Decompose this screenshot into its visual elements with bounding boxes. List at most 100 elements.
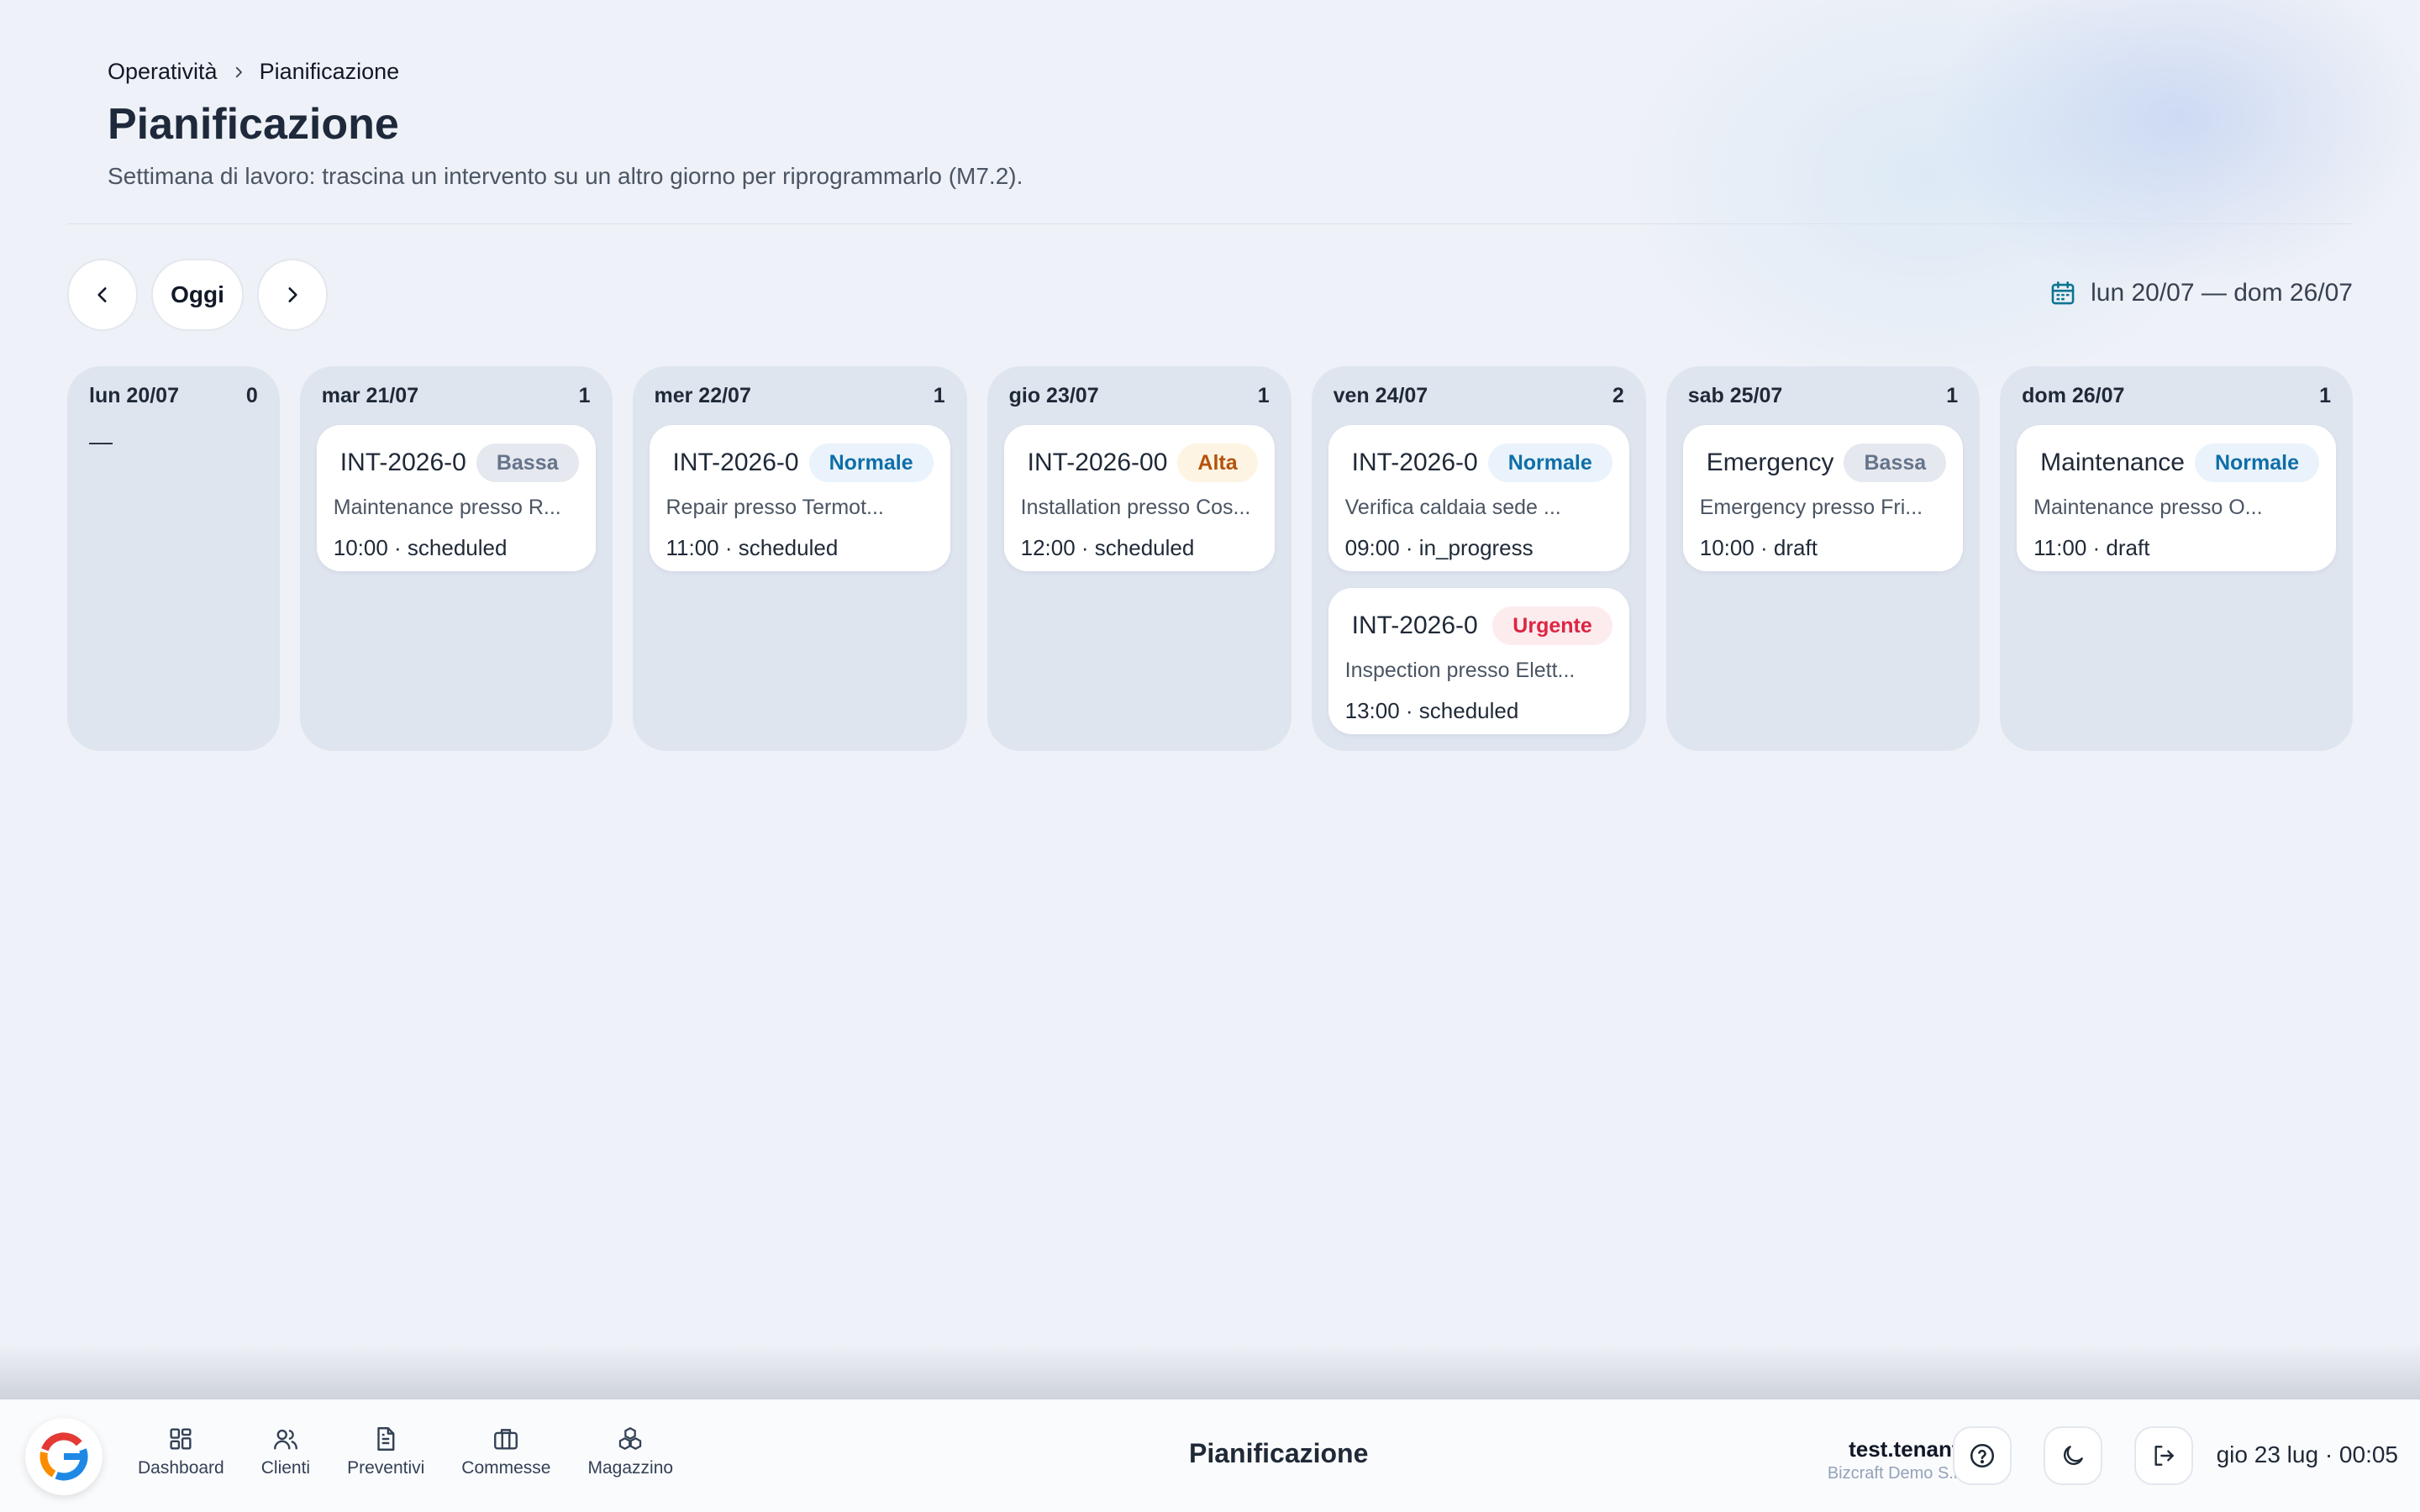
day-count: 2 <box>1612 383 1624 407</box>
day-label: mer 22/07 <box>654 383 751 407</box>
intervention-card[interactable]: Emergency Bassa Emergency presso Fri... … <box>1682 425 1964 571</box>
next-week-button[interactable] <box>257 259 328 331</box>
nav-label: Dashboard <box>138 1458 224 1478</box>
day-column-sat[interactable]: sab 25/07 1 Emergency Bassa Emergency pr… <box>1665 366 1981 751</box>
intervention-meta: 11:00 · scheduled <box>666 535 839 560</box>
priority-badge: Normale <box>808 444 934 482</box>
intervention-meta: 11:00 · draft <box>2033 535 2150 560</box>
day-count: 1 <box>1946 383 1959 407</box>
current-section-title: Pianificazione <box>1189 1438 1369 1468</box>
intervention-description: Maintenance presso O... <box>2033 496 2263 519</box>
intervention-card[interactable]: Maintenance Normale Maintenance presso O… <box>2017 425 2336 571</box>
intervention-meta: 09:00 · in_progress <box>1344 535 1534 560</box>
intervention-card[interactable]: INT-2026-0 Bassa Maintenance presso R...… <box>316 425 596 571</box>
intervention-card[interactable]: INT-2026-0 Urgente Inspection presso Ele… <box>1328 588 1629 734</box>
intervention-card[interactable]: INT-2026-0 Normale Repair presso Termot.… <box>649 425 950 571</box>
day-count: 1 <box>1257 383 1270 407</box>
nav-magazzino[interactable]: Magazzino <box>570 1425 692 1478</box>
user-info[interactable]: test.tenant1 Bizcraft Demo S.r.l. <box>1828 1436 1971 1483</box>
day-label: ven 24/07 <box>1333 383 1428 407</box>
intervention-description: Repair presso Termot... <box>666 496 884 519</box>
intervention-description: Emergency presso Fri... <box>1699 496 1923 519</box>
day-column-sun[interactable]: dom 26/07 1 Maintenance Normale Maintena… <box>2000 366 2353 751</box>
day-label: dom 26/07 <box>2022 383 2125 407</box>
intervention-meta: 12:00 · scheduled <box>1020 535 1195 560</box>
intervention-description: Installation presso Cos... <box>1020 496 1251 519</box>
day-label: gio 23/07 <box>1008 383 1099 407</box>
intervention-description: Inspection presso Elett... <box>1344 659 1576 682</box>
document-icon <box>377 1427 395 1451</box>
week-range: lun 20/07 — dom 26/07 <box>2049 279 2353 307</box>
page-subtitle: Settimana di lavoro: trascina un interve… <box>108 163 1023 189</box>
grid-icon <box>170 1428 192 1450</box>
priority-badge: Urgente <box>1492 606 1612 645</box>
day-column-wed[interactable]: mer 22/07 1 INT-2026-0 Normale Repair pr… <box>632 366 967 751</box>
intervention-code: Maintenance <box>2040 449 2185 476</box>
day-column-thu[interactable]: gio 23/07 1 INT-2026-00 Alta Installatio… <box>986 366 1292 751</box>
chevron-left-icon <box>97 287 107 302</box>
user-organization: Bizcraft Demo S.r.l. <box>1827 1464 1971 1483</box>
calendar-icon <box>2051 281 2075 305</box>
day-label: lun 20/07 <box>89 383 179 407</box>
bottom-nav: Dashboard Clienti Preventivi Commesse Ma… <box>134 1425 692 1478</box>
day-header: mar 21/07 1 <box>317 383 596 408</box>
day-count: 1 <box>933 383 945 407</box>
priority-badge: Bassa <box>1844 444 1947 482</box>
week-board: lun 20/07 0 — mar 21/07 1 INT-2026-0 Bas… <box>67 366 2353 751</box>
day-count: 1 <box>2319 383 2331 407</box>
intervention-code: INT-2026-0 <box>672 449 799 476</box>
nav-label: Magazzino <box>587 1458 674 1478</box>
help-button[interactable] <box>1953 1426 2012 1485</box>
day-column-mon[interactable]: lun 20/07 0 — <box>67 366 280 751</box>
theme-toggle-button[interactable] <box>2044 1426 2102 1485</box>
divider <box>67 223 2353 224</box>
day-label: sab 25/07 <box>1687 383 1783 407</box>
day-count: 1 <box>578 383 591 407</box>
breadcrumb: Operatività Pianificazione <box>108 59 399 85</box>
intervention-description: Verifica caldaia sede ... <box>1344 496 1561 519</box>
intervention-code: INT-2026-0 <box>339 449 466 476</box>
empty-placeholder: — <box>89 428 113 454</box>
intervention-code: INT-2026-00 <box>1027 449 1168 476</box>
day-column-tue[interactable]: mar 21/07 1 INT-2026-0 Bassa Maintenance… <box>299 366 613 751</box>
today-button[interactable]: Oggi <box>151 259 244 331</box>
priority-badge: Alta <box>1177 444 1258 482</box>
week-range-label: lun 20/07 — dom 26/07 <box>2091 279 2353 307</box>
day-column-fri[interactable]: ven 24/07 2 INT-2026-0 Normale Verifica … <box>1311 366 1646 751</box>
nav-clienti[interactable]: Clienti <box>243 1425 329 1478</box>
day-header: dom 26/07 1 <box>2017 383 2336 408</box>
boxes-icon <box>619 1427 642 1450</box>
nav-preventivi[interactable]: Preventivi <box>329 1425 443 1478</box>
breadcrumb-parent[interactable]: Operatività <box>108 59 218 85</box>
moon-icon <box>2064 1446 2083 1465</box>
nav-label: Preventivi <box>347 1458 425 1478</box>
briefcase-icon <box>494 1429 518 1450</box>
prev-week-button[interactable] <box>67 259 138 331</box>
day-count: 0 <box>245 383 258 407</box>
nav-label: Clienti <box>260 1458 311 1478</box>
nav-dashboard[interactable]: Dashboard <box>134 1425 243 1478</box>
priority-badge: Bassa <box>476 444 579 482</box>
nav-commesse[interactable]: Commesse <box>443 1425 569 1478</box>
priority-badge: Normale <box>1487 444 1612 482</box>
intervention-code: INT-2026-0 <box>1351 612 1478 639</box>
intervention-code: Emergency <box>1706 449 1834 476</box>
page-title: Pianificazione <box>108 100 399 149</box>
help-icon <box>1970 1443 1995 1468</box>
intervention-card[interactable]: INT-2026-0 Normale Verifica caldaia sede… <box>1328 425 1629 571</box>
logout-button[interactable] <box>2134 1426 2193 1485</box>
clock: gio 23 lug · 00:05 <box>2216 1441 2398 1467</box>
chevron-right-icon <box>229 63 248 81</box>
breadcrumb-current: Pianificazione <box>259 59 400 84</box>
day-header: sab 25/07 1 <box>1683 383 1963 408</box>
app-logo[interactable] <box>25 1418 103 1495</box>
intervention-code: INT-2026-0 <box>1351 449 1478 476</box>
intervention-card[interactable]: INT-2026-00 Alta Installation presso Cos… <box>1003 425 1275 571</box>
user-name: test.tenant1 <box>1849 1436 1971 1462</box>
chevron-right-icon <box>288 287 297 302</box>
intervention-meta: 10:00 · draft <box>1699 535 1818 560</box>
bottombar-shadow <box>0 1344 2420 1399</box>
nav-label: Commesse <box>461 1458 551 1478</box>
intervention-description: Maintenance presso R... <box>333 496 561 519</box>
day-label: mar 21/07 <box>321 383 419 407</box>
